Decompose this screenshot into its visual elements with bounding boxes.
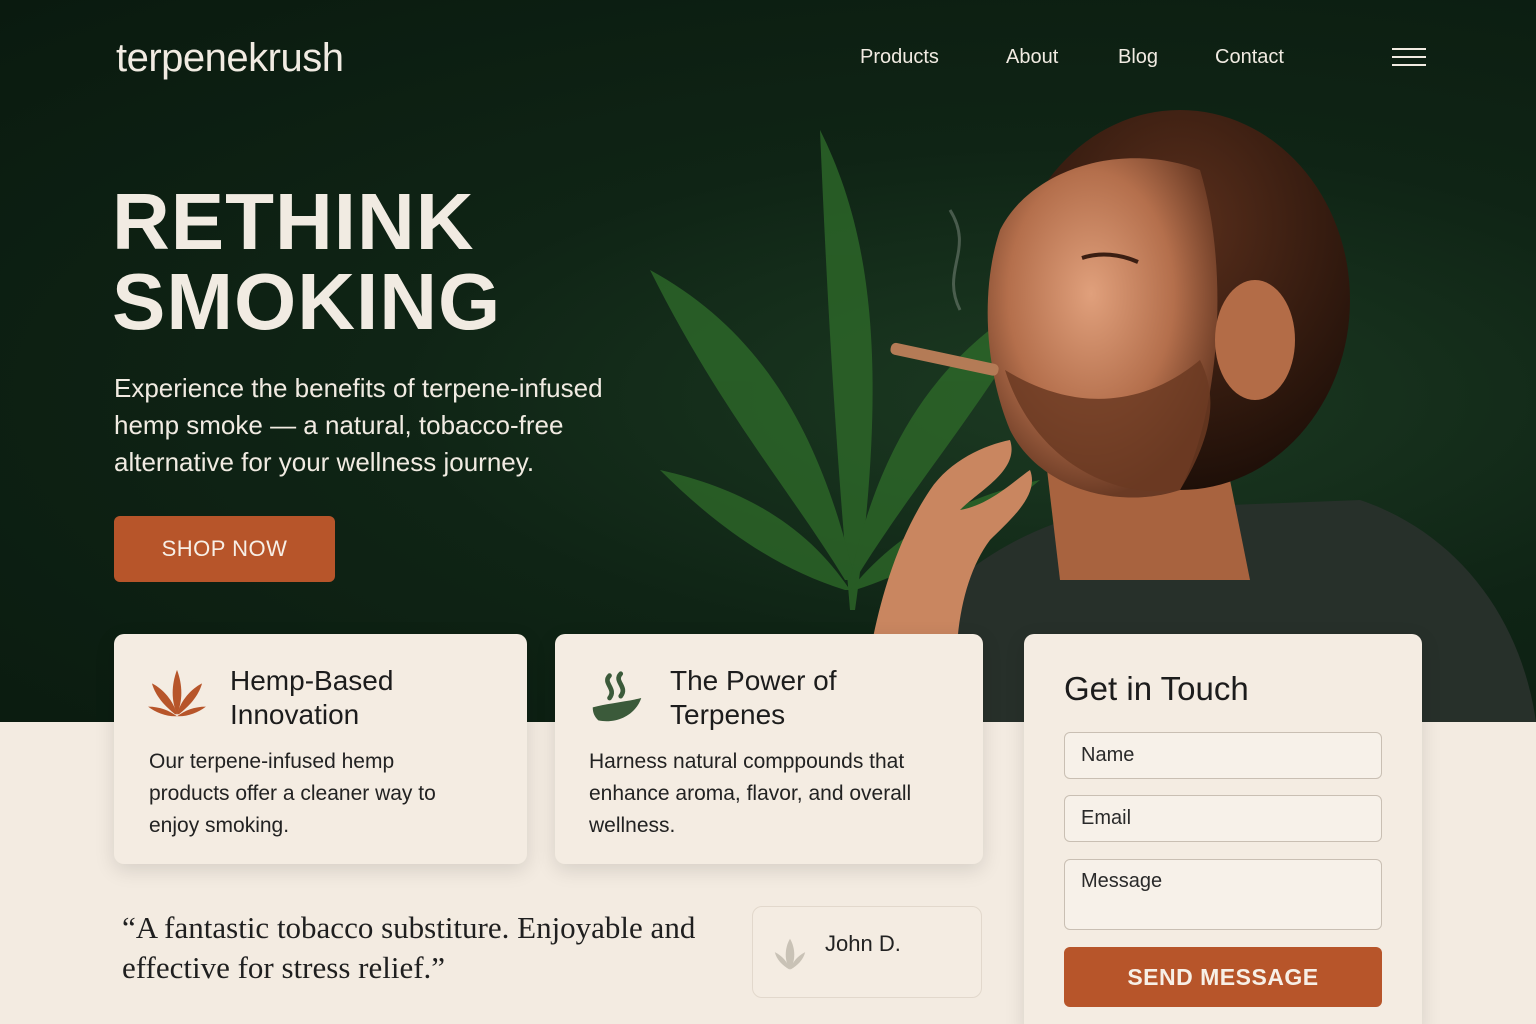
testimonial-quote: “A fantastic tobacco substiture. Enjoyab… <box>122 910 696 985</box>
feature-card-terpenes: The Power of Terpenes Harness natural co… <box>555 634 983 864</box>
nav-blog[interactable]: Blog <box>1118 46 1158 69</box>
feature-title: The Power of Terpenes <box>670 664 837 732</box>
hemp-leaf-icon <box>148 669 206 717</box>
hero-title: RETHINK SMOKING <box>112 182 501 342</box>
leaf-icon <box>774 938 806 970</box>
feature-title-line2: Terpenes <box>670 699 786 730</box>
feature-title-line1: The Power of <box>670 665 837 696</box>
message-field[interactable] <box>1064 859 1382 930</box>
nav-products[interactable]: Products <box>860 46 939 69</box>
hero-title-line2: SMOKING <box>112 257 502 346</box>
hero-person-image <box>860 110 1536 722</box>
menu-bar <box>1392 56 1426 58</box>
testimonial-author-card: John D. <box>752 906 982 998</box>
send-message-button[interactable]: SEND MESSAGE <box>1064 947 1382 1007</box>
email-field[interactable] <box>1064 795 1382 842</box>
feature-text: Harness natural comppounds that enhance … <box>589 750 912 837</box>
nav-contact[interactable]: Contact <box>1215 46 1284 69</box>
hero-title-line1: RETHINK <box>112 177 475 266</box>
feature-card-hemp: Hemp-Based Innovation Our terpene-infuse… <box>114 634 527 864</box>
brand-logo[interactable]: terpenekrush <box>116 36 344 81</box>
contact-heading: Get in Touch <box>1064 670 1249 707</box>
contact-form-card: Get in Touch SEND MESSAGE <box>1024 634 1422 1024</box>
feature-title: Hemp-Based Innovation <box>230 664 393 732</box>
name-field[interactable] <box>1064 732 1382 779</box>
hamburger-menu-icon[interactable] <box>1392 48 1426 70</box>
menu-bar <box>1392 48 1426 50</box>
menu-bar <box>1392 64 1426 66</box>
shop-now-button[interactable]: SHOP NOW <box>114 516 335 582</box>
nav-about[interactable]: About <box>1006 46 1058 69</box>
feature-title-line1: Hemp-Based <box>230 665 394 696</box>
feature-text: Our terpene-infused hemp products offer … <box>149 750 436 837</box>
testimonial-author: John D. <box>825 931 901 956</box>
feature-title-line2: Innovation <box>230 699 360 730</box>
terpene-steam-icon <box>592 671 642 722</box>
hero-section: terpenekrush Products About Blog Contact… <box>0 0 1536 722</box>
hero-subtitle: Experience the benefits of terpene-infus… <box>114 373 603 477</box>
